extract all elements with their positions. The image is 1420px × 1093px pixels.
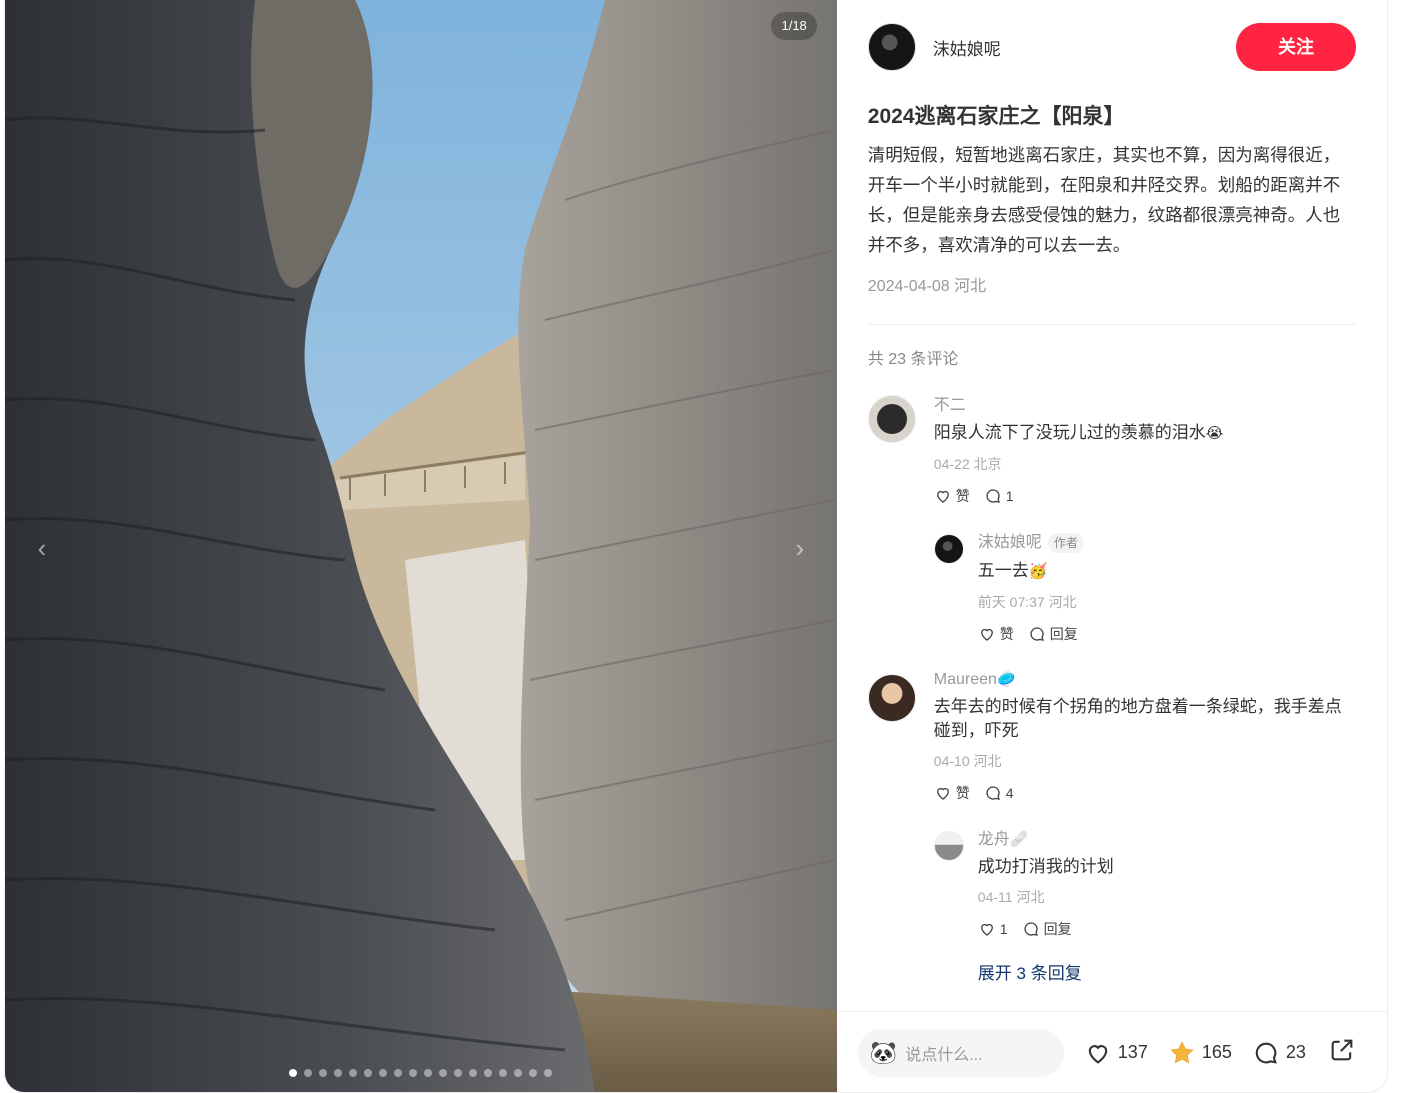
heart-icon	[936, 787, 949, 800]
expand-replies-link[interactable]: 展开 3 条回复	[978, 959, 1356, 984]
canyon-photo	[5, 0, 837, 1092]
comment-item: 不二 阳泉人流下了没玩儿过的羡慕的泪水😭 04-22 北京 赞 1 沫姑娘呢 作者	[867, 391, 1356, 644]
divider	[867, 324, 1356, 325]
pagination-dot[interactable]	[289, 1069, 298, 1077]
comment-total: 共 23 条评论	[867, 351, 959, 368]
disc-emoji-icon: 🥏	[996, 670, 1016, 688]
pagination-dot[interactable]	[304, 1069, 313, 1077]
avatar[interactable]	[867, 673, 916, 722]
pagination-dot[interactable]	[454, 1069, 463, 1077]
avatar[interactable]	[933, 830, 964, 861]
follow-button[interactable]: 关注	[1236, 23, 1356, 71]
note-detail: 1/18 ‹ › 沫姑娘呢 关注 2024逃离石家庄之【阳泉】 清明短假，短暂地…	[4, 0, 1388, 1093]
crying-emoji-icon: 😭	[1205, 425, 1224, 442]
comment-bubble-icon	[1255, 1042, 1277, 1064]
like-button[interactable]: 赞	[934, 783, 970, 803]
like-button[interactable]: 1	[978, 920, 1008, 938]
note-scroll-area[interactable]: 2024逃离石家庄之【阳泉】 清明短假，短暂地逃离石家庄，其实也不算，因为离得很…	[867, 98, 1356, 1011]
pagination-dot[interactable]	[364, 1069, 373, 1077]
reply-actions: 1 回复	[978, 919, 1356, 939]
heart-icon	[980, 923, 993, 936]
heart-icon	[980, 628, 993, 641]
reply-author[interactable]: 沫姑娘呢 作者	[978, 528, 1356, 553]
reply-item: 沫姑娘呢 作者 五一去🥳 前天 07:37 河北 赞 回复	[933, 528, 1356, 644]
author-avatar[interactable]	[867, 23, 916, 71]
like-button[interactable]: 赞	[978, 624, 1014, 644]
share-icon	[1331, 1039, 1353, 1061]
pagination-dot[interactable]	[409, 1069, 418, 1077]
like-count: 137	[1117, 1042, 1148, 1062]
pagination-dot[interactable]	[334, 1069, 343, 1077]
comment-bubble-icon	[1030, 627, 1044, 641]
pagination-dot[interactable]	[424, 1069, 433, 1077]
pagination-dot[interactable]	[514, 1069, 523, 1077]
comment-stat-button[interactable]: 23	[1252, 1039, 1306, 1067]
image-pagination	[5, 1069, 837, 1077]
reply-text: 五一去🥳	[977, 560, 1048, 580]
author-bar: 沫姑娘呢 关注	[867, 22, 1356, 72]
pagination-dot[interactable]	[349, 1069, 358, 1077]
reply-button[interactable]: 回复	[1022, 919, 1072, 939]
pagination-dot[interactable]	[469, 1069, 478, 1077]
heart-icon	[1088, 1044, 1108, 1064]
comment-author[interactable]: 不二	[934, 391, 1356, 415]
avatar[interactable]	[867, 395, 916, 443]
party-emoji-icon: 🥳	[1028, 562, 1048, 580]
pagination-dot[interactable]	[379, 1069, 388, 1077]
reply-button[interactable]: 4	[984, 784, 1014, 802]
reply-actions: 赞 回复	[978, 624, 1356, 644]
comment-meta: 04-10 河北	[933, 752, 1002, 769]
pagination-dot[interactable]	[394, 1069, 403, 1077]
reply-item: 龙舟🩹 成功打消我的计划 04-11 河北 1 回复 展开 3 条回复	[933, 825, 1356, 984]
share-button[interactable]	[1328, 1036, 1356, 1069]
comment-count: 23	[1285, 1042, 1306, 1062]
comment-item: Maureen🥏 去年去的时候有个拐角的地方盘着一条绿蛇，我手差点碰到，吓死 0…	[867, 670, 1356, 984]
reply-meta: 前天 07:37 河北	[977, 593, 1077, 610]
pagination-dot[interactable]	[544, 1069, 553, 1077]
comment-input-placeholder: 说点什么...	[905, 1046, 983, 1064]
pagination-dot[interactable]	[499, 1069, 508, 1077]
reply-button[interactable]: 1	[984, 487, 1014, 505]
collect-stat-button[interactable]: 165	[1168, 1039, 1232, 1067]
reply-button[interactable]: 回复	[1028, 624, 1078, 644]
pagination-dot[interactable]	[439, 1069, 448, 1077]
note-description: 清明短假，短暂地逃离石家庄，其实也不算，因为离得很近，开车一个半小时就能到，在阳…	[867, 145, 1341, 255]
comment-text: 阳泉人流下了没玩儿过的羡慕的泪水😭	[933, 423, 1224, 442]
pagination-dot[interactable]	[484, 1069, 493, 1077]
comment-actions: 赞 1	[934, 486, 1356, 506]
bandage-emoji-icon: 🩹	[1009, 830, 1029, 848]
chevron-right-icon[interactable]: ›	[785, 530, 815, 566]
reply-meta: 04-11 河北	[977, 888, 1045, 905]
image-counter: 1/18	[771, 12, 817, 40]
pagination-dot[interactable]	[319, 1069, 328, 1077]
comment-bubble-icon	[1024, 922, 1038, 936]
note-date-location: 2024-04-08 河北	[867, 278, 987, 295]
comment-actions: 赞 4	[934, 783, 1356, 803]
engagement-bar: 🐼 说点什么... 137 165 23	[836, 1011, 1387, 1092]
star-icon	[1170, 1040, 1194, 1063]
comment-bubble-icon	[986, 489, 1000, 503]
chevron-left-icon[interactable]: ‹	[27, 530, 57, 566]
comment-input[interactable]: 🐼 说点什么...	[857, 1028, 1064, 1077]
comment-meta: 04-22 北京	[933, 456, 1002, 472]
collect-count: 165	[1201, 1042, 1232, 1062]
reply-text: 成功打消我的计划	[977, 856, 1114, 876]
pagination-dot[interactable]	[529, 1069, 538, 1077]
reply-author[interactable]: 龙舟🩹	[978, 825, 1356, 849]
comment-bubble-icon	[986, 786, 1000, 800]
panda-avatar-icon: 🐼	[869, 1039, 898, 1065]
heart-icon	[936, 490, 949, 503]
avatar[interactable]	[933, 534, 964, 564]
note-panel: 沫姑娘呢 关注 2024逃离石家庄之【阳泉】 清明短假，短暂地逃离石家庄，其实也…	[836, 0, 1387, 1092]
note-title: 2024逃离石家庄之【阳泉】	[867, 105, 1125, 128]
author-tag: 作者	[1047, 532, 1084, 553]
photo-viewer[interactable]: 1/18 ‹ ›	[5, 0, 837, 1092]
comment-author[interactable]: Maureen🥏	[934, 670, 1356, 689]
like-stat-button[interactable]: 137	[1084, 1039, 1148, 1067]
like-button[interactable]: 赞	[934, 486, 970, 506]
comment-text: 去年去的时候有个拐角的地方盘着一条绿蛇，我手差点碰到，吓死	[933, 696, 1342, 740]
author-name[interactable]: 沫姑娘呢	[933, 35, 1001, 60]
